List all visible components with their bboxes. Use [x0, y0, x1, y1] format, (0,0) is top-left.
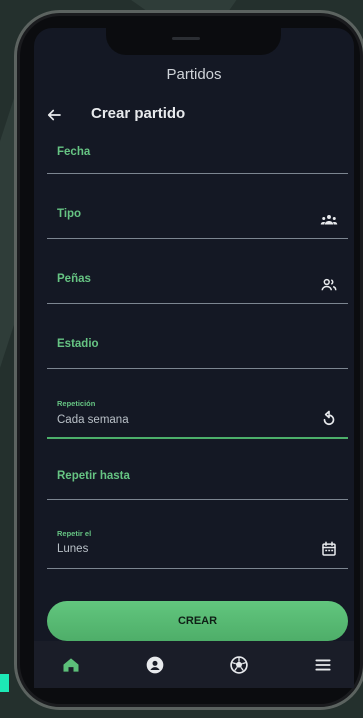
tipo-label: Tipo	[57, 208, 82, 220]
estadio-field[interactable]: Estadio	[47, 323, 348, 369]
field-underline	[47, 368, 348, 369]
calendar-icon[interactable]	[320, 540, 338, 558]
repeticion-field[interactable]: Repetición Cada semana	[47, 388, 348, 439]
back-arrow-icon[interactable]	[45, 106, 63, 124]
replay-icon[interactable]	[320, 410, 338, 428]
repetir-hasta-label: Repetir hasta	[57, 470, 130, 482]
create-button[interactable]: CREAR	[47, 601, 348, 641]
field-underline	[47, 303, 348, 304]
repetir-hasta-field[interactable]: Repetir hasta	[47, 453, 348, 500]
penas-field[interactable]: Peñas	[47, 258, 348, 304]
accent-square	[0, 674, 9, 692]
field-underline	[47, 568, 348, 569]
repeticion-label: Repetición	[57, 399, 96, 408]
repetir-el-value: Lunes	[57, 543, 89, 555]
menu-icon[interactable]	[313, 655, 333, 675]
repetir-el-label: Repetir el	[57, 529, 92, 538]
bottom-navigation	[34, 641, 354, 688]
field-underline-active	[47, 437, 348, 439]
page-title: Crear partido	[91, 105, 186, 122]
people-icon	[321, 278, 337, 291]
repetir-el-field[interactable]: Repetir el Lunes	[47, 518, 348, 569]
estadio-label: Estadio	[57, 338, 99, 350]
app-bar: Crear partido	[34, 100, 354, 130]
team-icon[interactable]	[145, 655, 165, 675]
group-icon	[320, 215, 338, 225]
field-underline	[47, 499, 348, 500]
repeticion-value: Cada semana	[57, 414, 129, 426]
soccer-ball-icon[interactable]	[229, 655, 249, 675]
fecha-label: Fecha	[57, 146, 91, 158]
field-underline	[47, 238, 348, 239]
phone-notch	[106, 28, 281, 55]
phone-speaker	[172, 37, 200, 40]
screen-top-title: Partidos	[166, 66, 222, 83]
home-icon[interactable]	[61, 655, 81, 675]
penas-label: Peñas	[57, 273, 91, 285]
app-screen: Partidos Crear partido Fecha Tipo Peñas	[34, 28, 354, 688]
field-underline	[47, 173, 348, 174]
fecha-field[interactable]: Fecha	[47, 138, 348, 174]
tipo-field[interactable]: Tipo	[47, 193, 348, 239]
